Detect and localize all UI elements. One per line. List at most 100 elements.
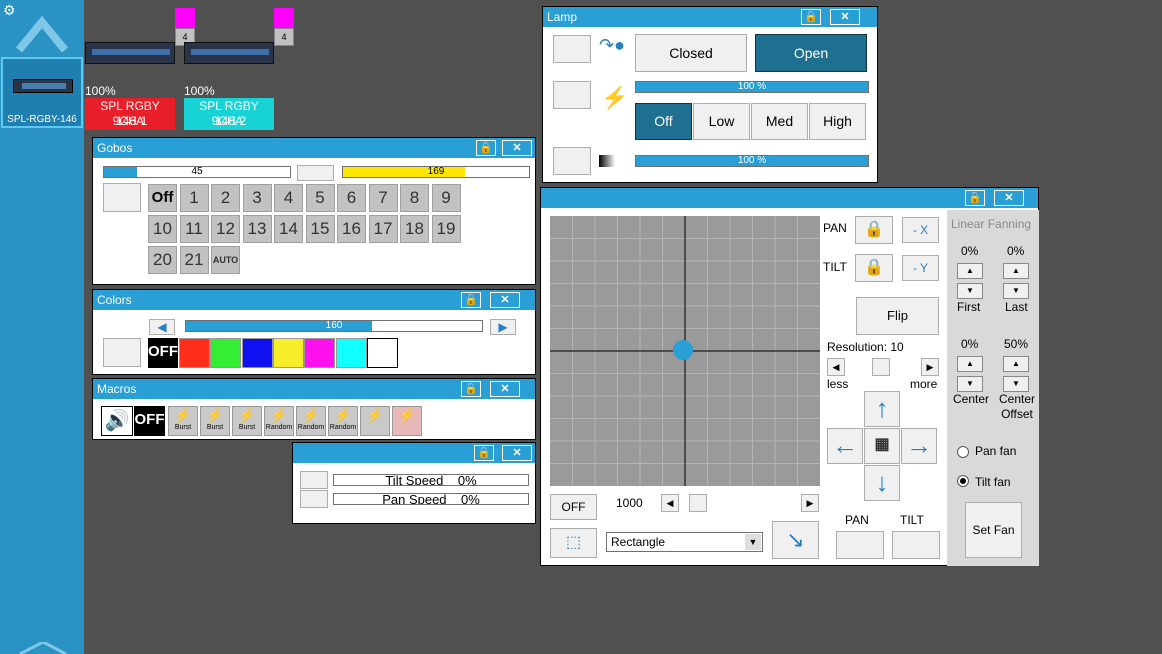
last-down-button[interactable]: ▼ — [1003, 283, 1029, 299]
close-icon[interactable]: ✕ — [830, 9, 860, 25]
gobo-button[interactable]: 13 — [242, 215, 272, 243]
move-down-button[interactable]: ↓ — [864, 465, 900, 501]
gobo-button[interactable]: Off — [148, 184, 177, 212]
lamp-fan-off-button[interactable]: Off — [635, 103, 692, 140]
lamp-fan-high-button[interactable]: High — [809, 103, 866, 140]
gobo-blank-button[interactable] — [297, 165, 334, 181]
macro-button[interactable]: ⚡ — [360, 406, 390, 436]
gobo-button[interactable]: 17 — [368, 215, 398, 243]
tilt-fan-radio[interactable] — [957, 475, 969, 487]
color-swatch[interactable] — [304, 338, 336, 368]
offset-down-button[interactable]: ▼ — [1003, 376, 1029, 392]
lamp-closed-button[interactable]: Closed — [635, 34, 747, 72]
speed-more-button[interactable]: ▶ — [801, 494, 819, 512]
gobo-button[interactable]: 15 — [305, 215, 335, 243]
pan-lock-icon[interactable]: 🔒 — [855, 216, 893, 244]
color-swatch[interactable] — [272, 338, 304, 368]
move-up-button[interactable]: ↑ — [864, 391, 900, 427]
flip-button[interactable]: Flip — [856, 297, 939, 335]
lock-icon[interactable]: 🔒 — [474, 445, 494, 461]
set-fan-button[interactable]: Set Fan — [965, 502, 1022, 558]
gobo-button[interactable]: 3 — [242, 184, 272, 212]
lock-icon[interactable]: 🔒 — [461, 381, 481, 397]
close-icon[interactable]: ✕ — [490, 381, 520, 397]
lamp-open-button[interactable]: Open — [755, 34, 867, 72]
macro-button[interactable]: ⚡ Random — [264, 406, 294, 436]
gobo-preview-button[interactable] — [103, 183, 141, 212]
move-right-button[interactable]: → — [901, 428, 937, 464]
center-icon[interactable]: ▦ — [864, 428, 900, 464]
lock-icon[interactable]: 🔒 — [461, 292, 481, 308]
pan-bottom-button[interactable] — [836, 531, 884, 559]
lamp-fan-low-button[interactable]: Low — [693, 103, 750, 140]
pan-speed-button[interactable] — [300, 490, 328, 508]
tilt-invert-y-button[interactable]: - Y — [902, 255, 939, 281]
macro-button[interactable]: ⚡ Burst — [200, 406, 230, 436]
shape-select[interactable]: Rectangle ▼ — [606, 532, 763, 552]
first-up-button[interactable]: ▲ — [957, 263, 983, 279]
offset-up-button[interactable]: ▲ — [1003, 356, 1029, 372]
color-next-button[interactable]: ▶ — [490, 319, 516, 335]
tilt-speed-button[interactable] — [300, 471, 328, 489]
color-swatch[interactable] — [241, 338, 273, 368]
macro-button[interactable]: ⚡ — [392, 406, 422, 436]
color-slider[interactable]: 160 — [185, 320, 483, 332]
resolution-slider-thumb[interactable] — [872, 358, 890, 376]
pan-speed-bar[interactable]: Pan Speed 0% — [333, 493, 529, 505]
macro-button[interactable]: ⚡ Random — [296, 406, 326, 436]
macro-button[interactable]: ⚡ Burst — [168, 406, 198, 436]
pan-fan-radio[interactable] — [957, 446, 969, 458]
gobo-button[interactable]: 10 — [148, 215, 177, 243]
tilt-speed-bar[interactable]: Tilt Speed 0% — [333, 474, 529, 486]
pan-invert-x-button[interactable]: - X — [902, 217, 939, 243]
macro-button[interactable]: ⚡ Random — [328, 406, 358, 436]
color-preview-button[interactable] — [103, 338, 141, 367]
collapse-chevron-up-icon[interactable] — [15, 10, 69, 54]
chevron-down-icon[interactable] — [18, 642, 68, 654]
speed-slider-thumb[interactable] — [689, 494, 707, 512]
center-up-button[interactable]: ▲ — [957, 356, 983, 372]
lock-icon[interactable]: 🔒 — [801, 9, 821, 25]
center-down-button[interactable]: ▼ — [957, 376, 983, 392]
lock-icon[interactable]: 🔒 — [965, 190, 985, 206]
macro-off-button[interactable]: OFF — [134, 406, 165, 436]
resolution-less-button[interactable]: ◀ — [827, 358, 845, 376]
gobo-button[interactable]: 21 — [179, 246, 209, 274]
rectangle-select-icon[interactable]: ⬚ — [550, 528, 597, 558]
sidebar-fixture-item[interactable]: SPL-RGBY-146 — [1, 57, 83, 128]
gear-icon[interactable]: ⚙ — [3, 2, 16, 19]
sound-icon[interactable]: 🔊 — [101, 406, 133, 436]
tilt-bottom-button[interactable] — [892, 531, 940, 559]
swap-arrow-icon[interactable]: ↘ — [772, 521, 819, 559]
gobo-button[interactable]: 19 — [431, 215, 461, 243]
gobo-button[interactable]: 4 — [274, 184, 303, 212]
gobo-button[interactable]: 11 — [179, 215, 209, 243]
tilt-lock-icon[interactable]: 🔒 — [855, 254, 893, 282]
gobo-button[interactable]: 2 — [211, 184, 240, 212]
position-handle[interactable] — [673, 340, 693, 360]
chevron-down-icon[interactable]: ▼ — [745, 534, 761, 550]
speed-less-button[interactable]: ◀ — [661, 494, 679, 512]
close-icon[interactable]: ✕ — [994, 190, 1024, 206]
gobo-button[interactable]: 18 — [400, 215, 429, 243]
lamp-power-button[interactable] — [553, 81, 591, 109]
movement-off-button[interactable]: OFF — [550, 494, 597, 520]
gobo-button[interactable]: AUTO — [211, 246, 240, 274]
close-icon[interactable]: ✕ — [502, 445, 532, 461]
gobo-right-slider[interactable]: 169 — [342, 166, 530, 178]
last-up-button[interactable]: ▲ — [1003, 263, 1029, 279]
gobo-button[interactable]: 6 — [337, 184, 366, 212]
pan-tilt-grid[interactable] — [550, 216, 820, 486]
gobo-button[interactable]: 7 — [368, 184, 398, 212]
lamp-fan-med-button[interactable]: Med — [751, 103, 808, 140]
color-swatch[interactable] — [179, 338, 210, 368]
gobo-button[interactable]: 9 — [431, 184, 461, 212]
color-swatch[interactable] — [210, 338, 242, 368]
move-left-button[interactable]: ← — [827, 428, 863, 464]
lamp-dimmer-button[interactable] — [553, 147, 591, 175]
lamp-dimmer-bar[interactable]: 100 % — [635, 155, 869, 167]
color-prev-button[interactable]: ◀ — [149, 319, 175, 335]
fixture-tile-2[interactable]: 4 100% SPL RGBY 146A 9CH-2 — [184, 6, 294, 130]
gobo-button[interactable]: 5 — [305, 184, 335, 212]
close-icon[interactable]: ✕ — [490, 292, 520, 308]
